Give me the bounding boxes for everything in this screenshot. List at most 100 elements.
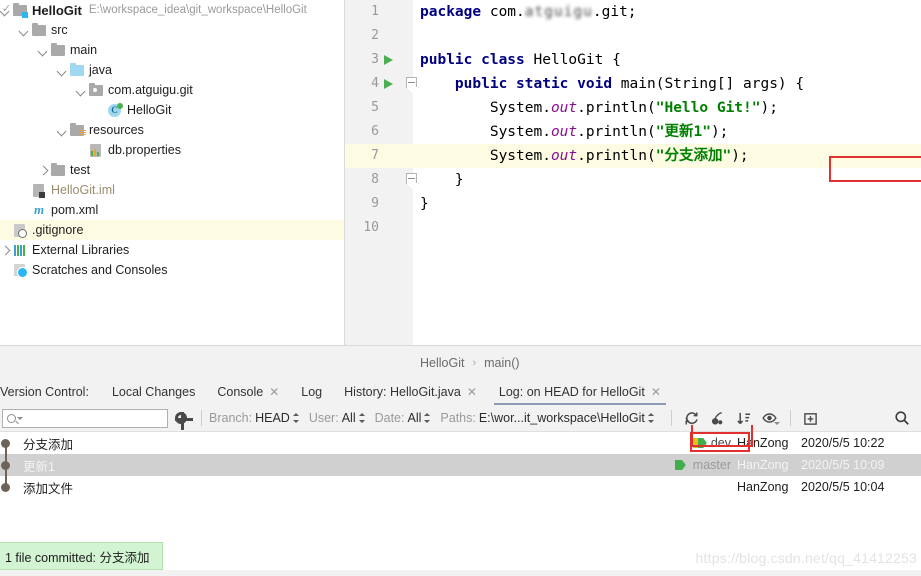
filter-updown-icon[interactable] <box>292 412 300 424</box>
code-token: public static void <box>454 76 621 92</box>
tree-row[interactable]: resources <box>0 120 345 140</box>
tree-item-label: HelloGit.iml <box>51 182 115 197</box>
code-line[interactable] <box>413 216 921 240</box>
filter-updown-icon[interactable] <box>647 412 655 424</box>
commit-list[interactable]: 分支添加 dev HanZong 2020/5/5 10:22 更新1 master Han… <box>0 432 921 522</box>
tree-row[interactable]: C HelloGit <box>0 100 345 120</box>
expand-arrow-icon[interactable] <box>76 85 87 96</box>
editor-gutter[interactable]: 1 2 3 4 5 6 7 8 9 10 <box>345 0 417 345</box>
code-line[interactable]: System.out.println("更新1"); <box>413 120 921 144</box>
commit-row[interactable]: 更新1 master HanZong 2020/5/5 10:09 <box>0 454 921 476</box>
new-tab-icon[interactable] <box>798 405 824 432</box>
vcs-tab-log[interactable]: Log <box>290 378 333 405</box>
tree-row[interactable]: main <box>0 40 345 60</box>
folder-gray-icon <box>31 22 47 38</box>
filter-value: HEAD <box>255 411 290 425</box>
tree-row[interactable]: test <box>0 160 345 180</box>
tree-row[interactable]: External Libraries <box>0 240 345 260</box>
close-icon[interactable]: ✕ <box>467 386 477 398</box>
expand-arrow-icon[interactable] <box>19 25 30 36</box>
tree-row[interactable]: HelloGit E:\workspace_idea\git_workspace\… <box>0 0 345 20</box>
code-line[interactable]: System.out.println("分支添加"); <box>413 144 921 168</box>
code-token: .println( <box>577 100 656 116</box>
close-icon[interactable]: ✕ <box>269 386 279 398</box>
vcs-tab-bar[interactable]: Version Control: Local Changes Console ✕ Lo… <box>0 378 921 405</box>
breadcrumb-bar: HelloGit › main() <box>0 345 921 378</box>
close-icon[interactable]: ✕ <box>651 386 661 398</box>
filter-branch[interactable]: Branch: HEAD <box>209 411 300 425</box>
vcs-tab-local-changes[interactable]: Local Changes <box>101 378 206 405</box>
code-text-area[interactable]: package com.atguigu.git; public class Hel… <box>413 0 921 345</box>
code-line[interactable]: System.out.println("Hello Git!"); <box>413 96 921 120</box>
commit-graph <box>0 454 22 476</box>
code-line[interactable]: } <box>413 192 921 216</box>
breadcrumb-item[interactable]: HelloGit <box>420 356 464 370</box>
code-line[interactable]: package com.atguigu.git; <box>413 0 921 24</box>
expand-arrow-icon[interactable] <box>57 125 68 136</box>
show-details-icon[interactable] <box>757 405 783 432</box>
vcs-tab-history-hellogit-java[interactable]: History: HelloGit.java ✕ <box>333 378 488 405</box>
tree-row[interactable]: java <box>0 60 345 80</box>
breadcrumb[interactable]: HelloGit › main() <box>420 346 520 379</box>
filter-date[interactable]: Date: All <box>375 411 432 425</box>
tree-item-label: resources <box>89 122 144 137</box>
search-input[interactable] <box>2 408 168 428</box>
branch-tag-icon <box>692 437 707 449</box>
expand-arrow-icon[interactable] <box>38 45 49 56</box>
sort-icon[interactable] <box>731 405 757 432</box>
vcs-tab-label: Console <box>217 384 264 399</box>
vcs-tab-log-on-head-for-hellogit[interactable]: Log: on HEAD for HelloGit ✕ <box>488 378 672 405</box>
code-line[interactable] <box>413 24 921 48</box>
expand-arrow-icon[interactable] <box>38 165 49 176</box>
commit-row[interactable]: 添加文件 HanZong 2020/5/5 10:04 <box>0 476 921 498</box>
tree-row[interactable]: .gitignore <box>0 220 345 240</box>
code-token: package <box>420 4 490 20</box>
filter-group[interactable]: Branch: HEAD User: All Date: All Paths: E:\wor.… <box>209 411 664 425</box>
project-tree-panel[interactable]: HelloGit E:\workspace_idea\git_workspace\… <box>0 0 345 345</box>
code-editor[interactable]: 1 2 3 4 5 6 7 8 9 10 package com.atguigu.git; publ… <box>345 0 921 345</box>
cherry-pick-icon[interactable] <box>705 405 731 432</box>
filter-paths[interactable]: Paths: E:\wor...it_workspace\HelloGit <box>440 411 654 425</box>
code-line[interactable]: } <box>413 168 921 192</box>
details-dropdown-icon[interactable] <box>773 422 780 425</box>
tree-row[interactable]: com.atguigu.git <box>0 80 345 100</box>
vcs-tab-console[interactable]: Console ✕ <box>206 378 290 405</box>
code-line[interactable]: public class HelloGit { <box>413 48 921 72</box>
tree-item-label: db.properties <box>108 142 181 157</box>
filter-updown-icon[interactable] <box>424 412 431 424</box>
project-path-note: E:\workspace_idea\git_workspace\HelloGit <box>88 4 307 16</box>
code-token: ); <box>710 124 729 140</box>
tree-row[interactable]: db.properties <box>0 140 345 160</box>
vcs-tab-label: Log: on HEAD for HelloGit <box>498 384 645 399</box>
expand-arrow-icon <box>19 185 30 196</box>
code-token: atguigu <box>524 4 593 20</box>
tree-row[interactable]: Scratches and Consoles <box>0 260 345 280</box>
notification-message: 1 file committed: 分支添加 <box>5 550 150 565</box>
commit-notification-balloon[interactable]: 1 file committed: 分支添加 <box>0 542 163 570</box>
code-token: } <box>420 196 429 212</box>
expand-arrow-icon[interactable] <box>57 65 68 76</box>
tree-row[interactable]: HelloGit.iml <box>0 180 345 200</box>
commit-row[interactable]: 分支添加 dev HanZong 2020/5/5 10:22 <box>0 432 921 454</box>
tree-row[interactable]: m pom.xml <box>0 200 345 220</box>
settings-gear-button[interactable] <box>168 405 194 432</box>
code-line[interactable]: public static void main(String[] args) { <box>413 72 921 96</box>
search-commits-icon[interactable] <box>889 405 915 432</box>
search-dropdown-icon[interactable] <box>17 416 23 420</box>
code-token: com. <box>489 4 525 20</box>
refresh-icon[interactable] <box>679 405 705 432</box>
filter-user[interactable]: User: All <box>309 411 366 425</box>
expand-arrow-icon[interactable] <box>0 245 11 256</box>
breadcrumb-item[interactable]: main() <box>484 356 519 370</box>
vcs-filter-toolbar[interactable]: Branch: HEAD User: All Date: All Paths: E:\wor.… <box>0 405 921 432</box>
run-gutter-icon[interactable] <box>383 48 395 72</box>
commit-author: HanZong <box>737 458 789 472</box>
filter-value: E:\wor...it_workspace\HelloGit <box>478 411 645 425</box>
commit-ref-master[interactable]: master <box>674 458 731 472</box>
breadcrumb-separator: › <box>472 356 477 369</box>
tree-row[interactable]: src <box>0 20 345 40</box>
run-gutter-icon[interactable] <box>383 72 395 96</box>
commit-ref-dev[interactable]: dev <box>692 436 731 450</box>
code-token: "分支添加" <box>655 148 732 164</box>
filter-updown-icon[interactable] <box>358 412 366 424</box>
